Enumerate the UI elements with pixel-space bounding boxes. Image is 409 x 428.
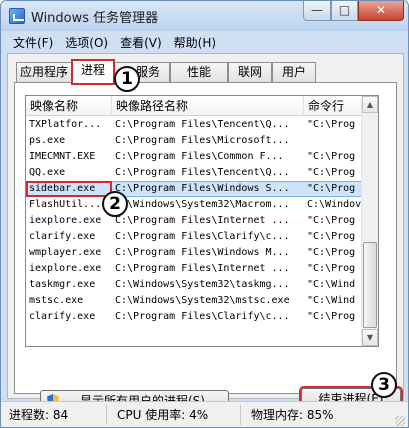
row-image-path: C:\Program Files\Internet ...: [115, 263, 290, 274]
row-command-line: "C:\Wind: [307, 295, 356, 306]
table-row[interactable]: taskmgr.exe C:\Windows\System32\taskmg...…: [26, 277, 378, 293]
close-button[interactable]: ✕: [358, 1, 404, 21]
row-image-name: TXPlatfor...: [29, 119, 102, 130]
table-row[interactable]: TXPlatfor... C:\Program Files\Tencent\Q..…: [26, 117, 378, 133]
tab-processes[interactable]: 进程: [71, 59, 115, 85]
table-row[interactable]: IMECMNT.EXE C:\Program Files\Common F... "…: [26, 149, 378, 165]
row-image-path: C:\Windows\System32\taskmg...: [115, 279, 290, 290]
column-image-path[interactable]: 映像路径名称: [112, 96, 304, 116]
step-marker-3: 3: [371, 372, 397, 398]
row-image-name: sidebar.exe: [26, 181, 112, 197]
row-image-name: iexplore.exe: [29, 263, 102, 274]
table-row[interactable]: clarify.exe C:\Program Files\Clarify\c...…: [26, 229, 378, 245]
scroll-down-arrow-icon[interactable]: ▼: [362, 329, 378, 346]
tab-performance[interactable]: 性能: [170, 62, 228, 82]
client-area: 应用程序 进程 服务 性能 联网 用户 映像名称 映像路径名称 命令行 TXPl…: [7, 53, 404, 412]
task-manager-window: Windows 任务管理器 — □ ✕ 文件(F) 选项(O) 查看(V) 帮助…: [0, 0, 409, 428]
table-row[interactable]: sidebar.exe C:\Program Files\Windows S...…: [26, 181, 378, 197]
row-image-name: taskmgr.exe: [29, 279, 96, 290]
row-image-path: C:\Program Files\Clarify\c...: [115, 311, 290, 322]
row-image-name: clarify.exe: [29, 311, 96, 322]
row-image-name: clarify.exe: [29, 231, 96, 242]
row-image-path: C:\Program Files\Tencent\Q...: [115, 167, 290, 178]
vertical-scrollbar[interactable]: ▲ ▼: [361, 96, 378, 346]
tab-users[interactable]: 用户: [272, 62, 316, 82]
table-row[interactable]: ps.exe C:\Program Files\Microsoft...: [26, 133, 378, 149]
row-image-name: wmplayer.exe: [29, 247, 102, 258]
table-row[interactable]: clarify.exe C:\Program Files\Clarify\c...…: [26, 309, 378, 325]
table-row[interactable]: QQ.exe C:\Program Files\Tencent\Q... "C:\P…: [26, 165, 378, 181]
scroll-up-arrow-icon[interactable]: ▲: [362, 96, 378, 113]
column-image-name[interactable]: 映像名称: [26, 96, 112, 116]
row-command-line: "C:\Prog: [307, 119, 356, 130]
row-image-path: C:\Program Files\Internet ...: [115, 215, 290, 226]
row-command-line: "C:\Prog: [307, 263, 356, 274]
row-image-path: C:\Program Files\Clarify\c...: [115, 231, 290, 242]
row-image-path: C:\Program Files\Tencent\Q...: [115, 119, 290, 130]
row-image-name: ps.exe: [29, 135, 66, 146]
row-image-name: QQ.exe: [29, 167, 66, 178]
resize-grip-icon[interactable]: [395, 416, 405, 426]
row-image-name: iexplore.exe: [29, 215, 102, 226]
status-bar: 进程数: 84 CPU 使用率: 4% 物理内存: 85%: [1, 401, 408, 427]
column-command-line[interactable]: 命令行: [304, 96, 364, 116]
table-row[interactable]: mstsc.exe C:\Windows\System32\mstsc.exe "C…: [26, 293, 378, 309]
row-image-path: C:\Windows\System32\mstsc.exe: [115, 295, 290, 306]
table-row[interactable]: FlashUtil... C:\Windows\System32\Macrom..…: [26, 197, 378, 213]
maximize-button[interactable]: □: [331, 1, 358, 21]
menu-help[interactable]: 帮助(H): [168, 32, 222, 52]
window-title: Windows 任务管理器: [31, 11, 159, 26]
row-image-path: C:\Program Files\Windows M...: [115, 247, 290, 258]
row-command-line: C:\Windov: [307, 199, 362, 210]
title-bar[interactable]: Windows 任务管理器 — □ ✕: [1, 1, 408, 31]
row-command-line: "C:\Prog: [307, 311, 356, 322]
row-command-line: "C:\Prog: [307, 231, 356, 242]
row-image-name: IMECMNT.EXE: [29, 151, 96, 162]
row-command-line: "C:\Prog: [307, 183, 356, 194]
process-list[interactable]: 映像名称 映像路径名称 命令行 TXPlatfor... C:\Program F…: [25, 95, 379, 347]
menu-file[interactable]: 文件(F): [7, 32, 59, 52]
task-manager-icon: [9, 8, 25, 24]
menu-bar: 文件(F) 选项(O) 查看(V) 帮助(H): [7, 32, 404, 52]
step-marker-2: 2: [102, 191, 128, 217]
row-image-path: C:\Program Files\Windows S...: [115, 183, 290, 194]
row-command-line: "C:\Prog: [307, 167, 356, 178]
menu-view[interactable]: 查看(V): [114, 32, 168, 52]
minimize-button[interactable]: —: [303, 1, 331, 21]
status-memory-usage: 物理内存: 85%: [251, 408, 334, 422]
row-command-line: [304, 133, 364, 149]
row-image-path: C:\Program Files\Microsoft...: [115, 135, 290, 146]
row-command-line: "C:\Prog: [307, 215, 356, 226]
list-header: 映像名称 映像路径名称 命令行: [26, 96, 378, 116]
processes-panel: 映像名称 映像路径名称 命令行 TXPlatfor... C:\Program F…: [14, 82, 403, 412]
table-row[interactable]: iexplore.exe C:\Program Files\Internet ..…: [26, 213, 378, 229]
status-cpu-usage: CPU 使用率: 4%: [109, 405, 241, 425]
menu-options[interactable]: 选项(O): [59, 32, 114, 52]
row-command-line: "C:\Wind: [307, 279, 356, 290]
row-image-name: FlashUtil...: [29, 199, 102, 210]
row-image-path: C:\Windows\System32\Macrom...: [115, 199, 290, 210]
row-image-name: mstsc.exe: [29, 295, 84, 306]
step-marker-1: 1: [114, 66, 140, 92]
table-row[interactable]: wmplayer.exe C:\Program Files\Windows M..…: [26, 245, 378, 261]
scroll-thumb[interactable]: [363, 242, 377, 328]
row-command-line: "C:\Prog: [307, 247, 356, 258]
tab-networking[interactable]: 联网: [228, 62, 272, 82]
row-command-line: "C:\Prog: [307, 151, 356, 162]
table-row[interactable]: iexplore.exe C:\Program Files\Internet ..…: [26, 261, 378, 277]
row-image-path: C:\Program Files\Common F...: [115, 151, 284, 162]
tab-applications[interactable]: 应用程序: [16, 62, 72, 82]
status-process-count: 进程数: 84: [1, 405, 107, 425]
